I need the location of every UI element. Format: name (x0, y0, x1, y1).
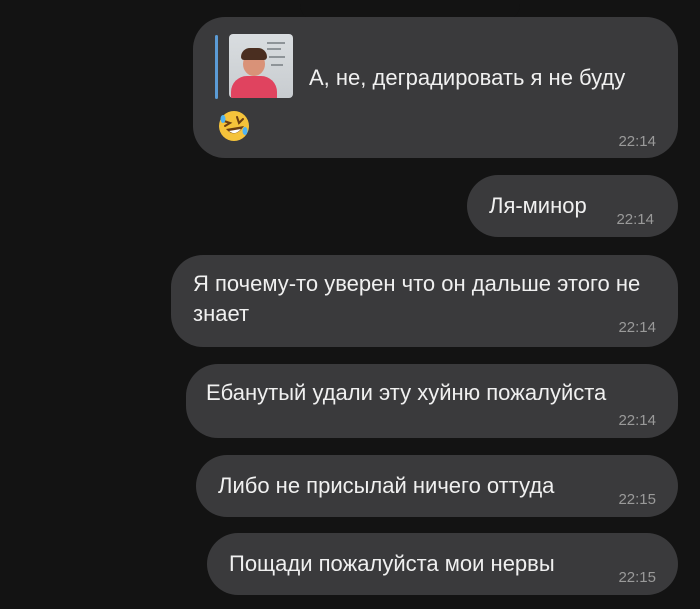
message-time: 22:14 (618, 412, 656, 429)
thumb-person-body (231, 76, 277, 98)
message-text: Ебанутый удали эту хуйню пожалуйста (206, 380, 607, 405)
message-bubble[interactable]: Я почему-то уверен что он дальше этого н… (171, 255, 678, 347)
rolling-laughing-emoji-icon (219, 111, 249, 141)
thumb-text-line (267, 42, 285, 44)
message-text: Пощади пожалуйста мои нервы (229, 551, 555, 576)
message-time: 22:15 (618, 491, 656, 508)
message-time: 22:15 (618, 569, 656, 586)
thumb-text-line (271, 64, 283, 66)
message-text: Либо не присылай ничего оттуда (218, 473, 555, 498)
thumb-person-hair (241, 48, 267, 60)
message-bubble[interactable]: Пощади пожалуйста мои нервы 22:15 (207, 533, 678, 595)
chat-view: А, не, деградировать я не буду 22:14 Ля-… (0, 0, 700, 609)
message-bubble[interactable]: А, не, деградировать я не буду 22:14 (193, 17, 678, 158)
message-text: Ля-минор (489, 193, 587, 218)
message-text: Я почему-то уверен что он дальше этого н… (193, 271, 641, 326)
thumb-text-line (269, 56, 285, 58)
thumb-text-line (267, 48, 281, 50)
message-bubble[interactable]: Ля-минор 22:14 (467, 175, 678, 237)
message-bubble[interactable]: Ебанутый удали эту хуйню пожалуйста 22:1… (186, 364, 678, 438)
message-time: 22:14 (616, 211, 654, 228)
message-time: 22:14 (618, 133, 656, 150)
message-bubble[interactable]: Либо не присылай ничего оттуда 22:15 (196, 455, 678, 517)
reply-thumbnail[interactable] (229, 34, 293, 98)
message-text: А, не, деградировать я не буду (309, 65, 626, 90)
reply-indicator-bar (215, 35, 218, 99)
message-time: 22:14 (618, 319, 656, 336)
